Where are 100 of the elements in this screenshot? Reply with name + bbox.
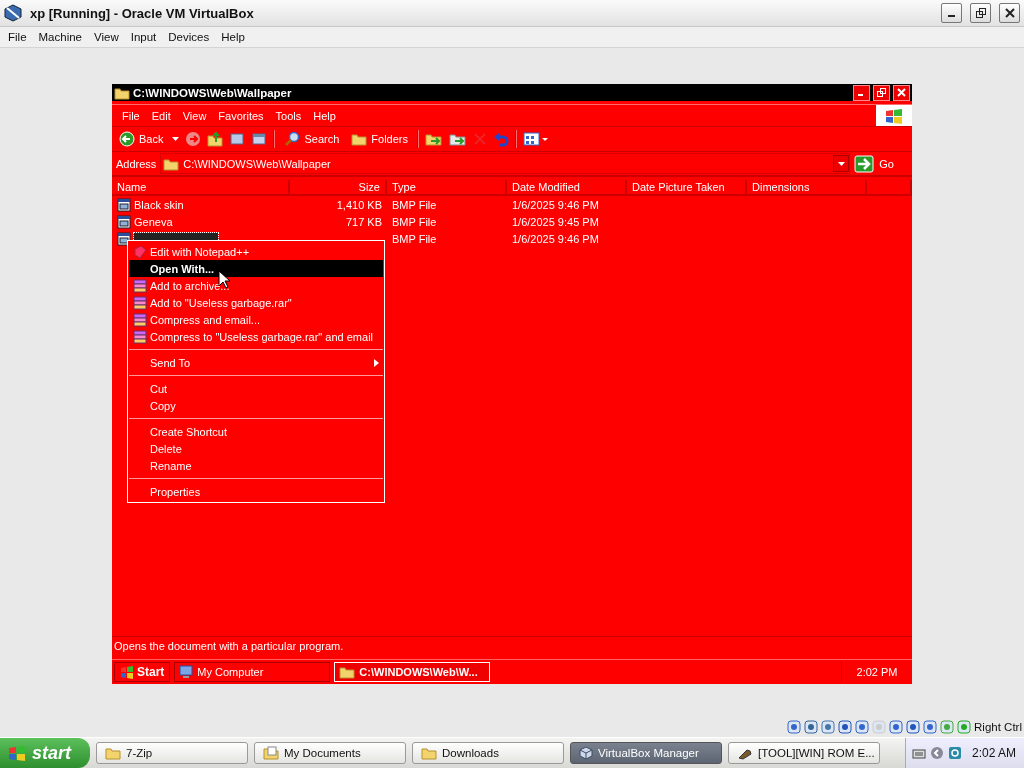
close-icon xyxy=(897,88,906,97)
taskbar-button[interactable]: My Computer xyxy=(174,662,331,682)
status-indicator-icon xyxy=(957,720,972,734)
dropdown-button[interactable] xyxy=(833,155,850,172)
dropdown-arrow-icon[interactable] xyxy=(172,137,180,141)
taskbar-button[interactable]: Downloads xyxy=(412,742,564,764)
header-filler xyxy=(867,180,912,196)
restore-button[interactable] xyxy=(873,84,890,101)
app-tray-icon[interactable] xyxy=(947,746,962,760)
menu-item[interactable]: Tools xyxy=(269,109,308,122)
column-header[interactable]: Size xyxy=(290,180,387,196)
taskbar-button[interactable]: VirtualBox Manager xyxy=(570,742,722,764)
go-button[interactable]: Go xyxy=(854,154,912,173)
table-cell-text: 1/6/2025 9:46 PM xyxy=(511,232,600,245)
status-indicator-icon xyxy=(787,720,802,734)
menu-item[interactable]: View xyxy=(176,109,213,122)
folder-move-icon[interactable] xyxy=(425,131,443,147)
search-icon xyxy=(284,131,301,147)
folder-icon xyxy=(105,746,121,760)
close-button[interactable] xyxy=(999,3,1020,23)
minimize-button[interactable] xyxy=(853,84,870,101)
column-header[interactable]: Date Picture Taken xyxy=(627,180,747,196)
status-indicator-icon xyxy=(855,720,870,734)
folder-icon xyxy=(163,156,180,171)
keyboard-icon xyxy=(911,747,926,759)
restore-icon xyxy=(975,8,986,18)
file-name[interactable]: Black skin xyxy=(134,198,184,211)
status-indicator-icon xyxy=(889,720,904,734)
menu-item[interactable]: Help xyxy=(307,109,342,122)
taskbar-button[interactable]: My Documents xyxy=(254,742,406,764)
menu-item[interactable]: File xyxy=(2,29,33,45)
window-icon[interactable] xyxy=(251,131,268,147)
close-icon xyxy=(1004,8,1015,18)
taskbar-button[interactable]: C:\WINDOWS\Web\W... xyxy=(334,662,491,682)
status-indicator-icon xyxy=(940,720,955,734)
windows-flag-icon xyxy=(885,107,903,124)
views-icon[interactable] xyxy=(523,131,549,147)
restore-button[interactable] xyxy=(970,3,991,23)
archive-books-icon xyxy=(133,312,147,327)
folders-button[interactable]: Folders xyxy=(348,131,411,147)
column-header[interactable]: Date Modified xyxy=(507,180,627,196)
notepad-icon xyxy=(133,244,147,259)
address-label: Address xyxy=(116,157,157,170)
status-indicator-icon xyxy=(923,720,938,734)
taskbar-button[interactable]: [TOOL][WIN] ROM E... xyxy=(728,742,880,764)
search-button[interactable]: Search xyxy=(281,130,343,148)
table-cell-text: 717 KB xyxy=(344,215,383,228)
folder-copy-icon[interactable] xyxy=(449,131,467,147)
clock: 2:02 PM xyxy=(841,662,912,682)
taskbar-button[interactable]: 7-Zip xyxy=(96,742,248,764)
table-cell-text: BMP File xyxy=(391,198,438,211)
menu-item[interactable]: Open With... xyxy=(129,260,383,277)
column-header[interactable]: Dimensions xyxy=(747,180,867,196)
file-name[interactable]: Geneva xyxy=(134,215,173,228)
status-indicator-icon xyxy=(872,720,887,734)
menu-item[interactable]: Favorites xyxy=(212,109,270,122)
start-button[interactable]: Start xyxy=(114,662,171,682)
up-folder-icon[interactable] xyxy=(207,131,224,147)
menu-item[interactable]: Machine xyxy=(32,29,88,45)
column-header[interactable]: Name xyxy=(112,180,290,196)
table-cell-text: 1,410 KB xyxy=(335,198,383,211)
close-button[interactable] xyxy=(893,84,910,101)
submenu-arrow-icon xyxy=(374,358,379,367)
folder-icon xyxy=(421,746,437,760)
table-cell-text: 1/6/2025 9:46 PM xyxy=(511,198,600,211)
computer-icon xyxy=(179,665,194,679)
windows-flag-icon xyxy=(120,665,134,679)
menu-item[interactable]: Help xyxy=(215,29,251,45)
column-header[interactable]: Type xyxy=(387,180,507,196)
windows-flag-icon xyxy=(8,745,26,761)
minimize-button[interactable] xyxy=(941,3,962,23)
archive-books-icon xyxy=(133,295,147,310)
menu-item[interactable]: File xyxy=(116,109,146,122)
menu-item[interactable]: Edit xyxy=(145,109,177,122)
window-icon[interactable] xyxy=(229,131,246,147)
restore-icon xyxy=(877,88,886,97)
image-file-icon xyxy=(117,197,131,212)
window-title: C:\WINDOWS\Web\Wallpaper xyxy=(133,86,292,99)
folder-icon xyxy=(339,665,356,679)
start-button[interactable]: start xyxy=(0,738,90,768)
back-button[interactable]: Back xyxy=(116,130,167,148)
status-indicator-icon xyxy=(804,720,819,734)
status-indicator-icon xyxy=(906,720,921,734)
status-text: Opens the document with a particular program. xyxy=(112,636,912,655)
undo-icon[interactable] xyxy=(493,131,509,147)
table-cell-text: BMP File xyxy=(391,232,438,245)
folder-icon xyxy=(351,132,368,146)
archive-books-icon xyxy=(133,329,147,344)
documents-icon xyxy=(263,746,279,760)
go-arrow-icon xyxy=(854,154,875,173)
address-field[interactable]: C:\WINDOWS\Web\Wallpaper xyxy=(160,153,851,174)
menu-item[interactable]: View xyxy=(88,29,125,45)
chevron-left-icon[interactable] xyxy=(929,746,944,760)
menu-item[interactable]: Devices xyxy=(162,29,216,45)
status-indicator-icon xyxy=(838,720,853,734)
folder-icon xyxy=(114,85,130,100)
table-cell-text: BMP File xyxy=(391,215,438,228)
virtualbox-icon xyxy=(4,4,22,22)
menu-item[interactable]: Input xyxy=(124,29,163,45)
status-indicator-icon xyxy=(821,720,836,734)
